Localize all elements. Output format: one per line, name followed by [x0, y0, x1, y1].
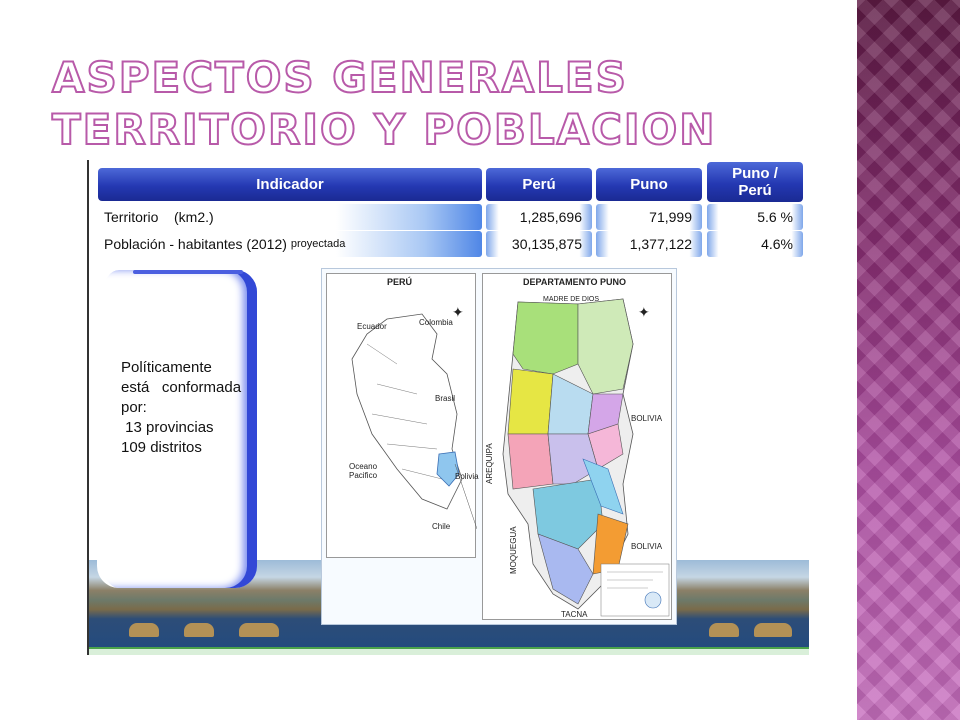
puno-map: DEPARTAMENTO PUNO ✦ MADRE DE DIOS BOLIVI…	[482, 273, 672, 620]
label-chile: Chile	[432, 522, 451, 531]
info-line-5: 109 distritos	[121, 439, 202, 456]
info-line-2: está conformada	[121, 379, 242, 396]
row-territorio-text: Territorio (km2.)	[104, 209, 214, 225]
slide-title: ASPECTOS GENERALES TERRITORIO Y POBLACIO…	[51, 52, 832, 156]
label-oceano: Oceano Pacifico	[349, 462, 378, 480]
info-line-3: por:	[121, 399, 147, 416]
label-brasil: Brasil	[435, 394, 456, 403]
decorative-side-strip	[857, 0, 960, 720]
row-territorio-puno: 71,999	[596, 204, 702, 230]
row-poblacion-peru: 30,135,875	[486, 231, 592, 257]
row-poblacion-label: Población - habitantes (2012) proyectada	[98, 231, 482, 257]
row-poblacion-ratio: 4.6%	[707, 231, 803, 257]
peru-map: PERÚ ✦ Ecuador Colombia Brasil Oceano Pa…	[326, 273, 479, 558]
row-poblacion-text: Población - habitantes (2012)	[104, 236, 287, 252]
info-card: Políticamente está conformada por: 13 pr…	[97, 270, 257, 588]
title-line-1: ASPECTOS GENERALES	[51, 52, 628, 103]
header-peru: Perú	[486, 168, 592, 201]
title-line-2: TERRITORIO Y POBLACION	[51, 104, 717, 155]
peru-compass-icon: ✦	[452, 304, 464, 320]
header-puno-peru: Puno / Perú	[707, 162, 803, 202]
row-territorio-ratio: 5.6 %	[707, 204, 803, 230]
info-line-1: Políticamente	[121, 359, 212, 376]
label-arequipa: AREQUIPA	[485, 443, 494, 484]
label-colombia: Colombia	[419, 318, 453, 327]
label-tacna: TACNA	[561, 610, 588, 619]
header-indicador: Indicador	[98, 168, 482, 201]
info-card-text: Políticamente está conformada por: 13 pr…	[121, 358, 251, 458]
map-composite: PERÚ ✦ Ecuador Colombia Brasil Oceano Pa…	[321, 268, 677, 625]
label-moquegua: MOQUEGUA	[509, 526, 518, 574]
label-ecuador: Ecuador	[357, 322, 387, 331]
label-madre-de-dios: MADRE DE DIOS	[543, 296, 600, 303]
label-bolivia-peru: Bolivia	[455, 472, 479, 481]
row-poblacion-puno: 1,377,122	[596, 231, 702, 257]
header-puno: Puno	[596, 168, 702, 201]
info-line-4: 13 provincias	[121, 419, 214, 436]
puno-compass-icon: ✦	[638, 304, 650, 320]
row-territorio-peru: 1,285,696	[486, 204, 592, 230]
label-bolivia-2: BOLIVIA	[631, 542, 663, 551]
row-territorio-label: Territorio (km2.)	[98, 204, 482, 230]
row-poblacion-note: proyectada	[290, 238, 346, 250]
content-panel: Indicador Perú Puno Puno / Perú Territor…	[87, 160, 809, 655]
label-bolivia-1: BOLIVIA	[631, 414, 663, 423]
